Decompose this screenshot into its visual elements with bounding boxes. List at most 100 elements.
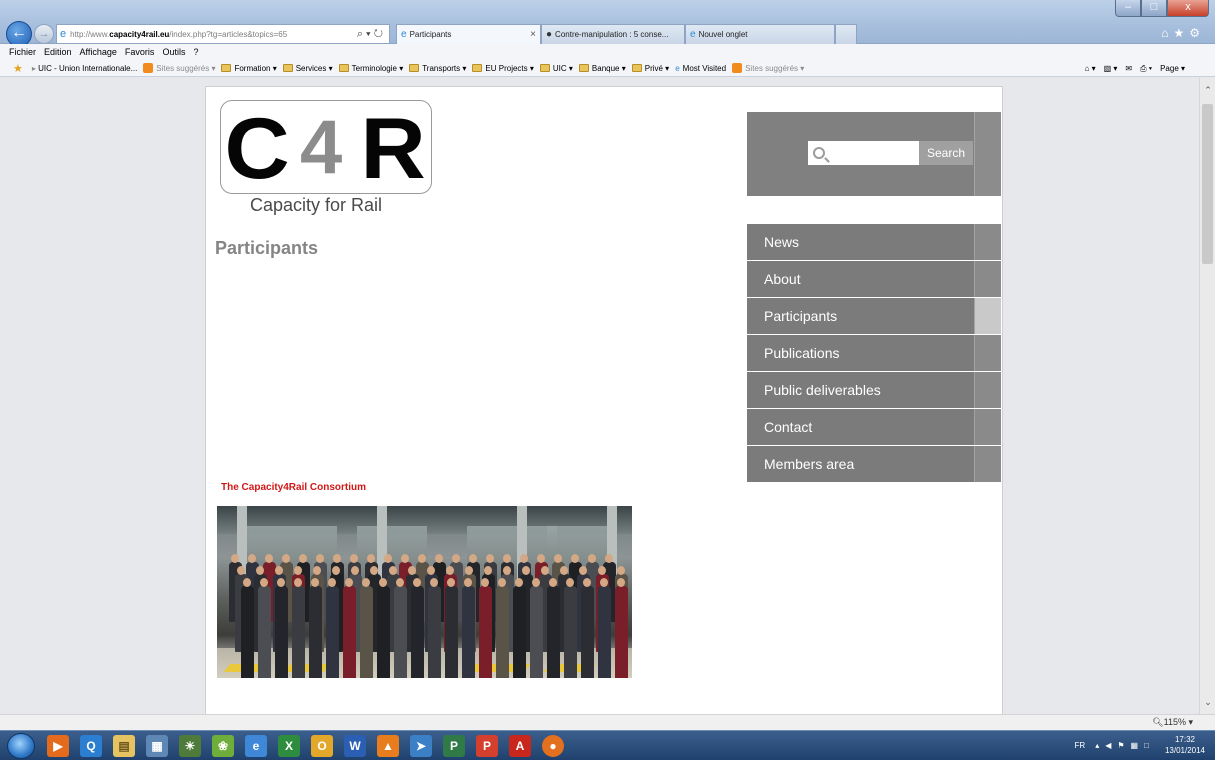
clock[interactable]: 17:32 13/01/2014 — [1165, 734, 1205, 756]
tab-participants[interactable]: e Participants × — [396, 24, 541, 44]
favorite-folder-eu-projects[interactable]: EU Projects ▾ — [472, 64, 534, 73]
photo-person-head — [427, 566, 435, 575]
paint-icon[interactable]: ☀ — [179, 735, 201, 757]
photo-person-head — [332, 566, 340, 575]
photo-person-head — [571, 554, 579, 563]
photo-person-head — [248, 554, 256, 563]
home-favorites-tools-icons[interactable]: ⌂★⚙ — [1161, 26, 1205, 40]
photo-person-head — [430, 578, 438, 587]
firefox-icon[interactable]: ● — [542, 735, 564, 757]
website-page: C 4 R Capacity for Rail Participants Sea… — [205, 86, 1003, 714]
search-panel-edge — [974, 112, 1001, 196]
scroll-down-icon[interactable]: ⌄ — [1200, 694, 1215, 710]
favorite-folder-banque[interactable]: Banque ▾ — [578, 64, 626, 73]
nav-contact[interactable]: Contact — [747, 409, 1001, 445]
nav-news[interactable]: News — [747, 224, 1001, 260]
nav-publications[interactable]: Publications — [747, 335, 1001, 371]
photo-person-head — [384, 554, 392, 563]
maximize-button[interactable]: □ — [1141, 0, 1167, 17]
search-field[interactable] — [808, 141, 919, 165]
print-menu-icon[interactable]: ⎙ ▾ — [1140, 64, 1152, 74]
favorite-folder-prive[interactable]: Privé ▾ — [631, 64, 669, 73]
nav-participants[interactable]: Participants — [747, 298, 1001, 334]
vertical-scrollbar[interactable]: ⌃ ⌄ — [1199, 78, 1215, 714]
menu-help[interactable]: ? — [193, 47, 198, 57]
page-menu[interactable]: Page ▾ — [1160, 64, 1185, 73]
photo-person — [411, 586, 424, 678]
vlc-icon[interactable]: ▲ — [377, 735, 399, 757]
network-app-icon[interactable]: ❀ — [212, 735, 234, 757]
tray-icons[interactable]: ▴◀⚑▦□ — [1095, 741, 1155, 750]
explorer-icon[interactable]: ▤ — [113, 735, 135, 757]
search-button[interactable]: Search — [919, 141, 973, 165]
home-menu-icon[interactable]: ⌂ ▾ — [1085, 64, 1096, 73]
favorite-sites-suggeres[interactable]: Sites suggérés ▾ — [143, 63, 215, 73]
favorite-uic[interactable]: ▸ UIC - Union Internationale... — [32, 64, 137, 73]
photo-person — [564, 586, 577, 678]
favorite-sites-suggeres-2[interactable]: Sites suggérés ▾ — [732, 63, 804, 73]
feeds-menu-icon[interactable]: ▧ ▾ — [1104, 64, 1118, 73]
nav-public-deliverables[interactable]: Public deliverables — [747, 372, 1001, 408]
nav-about[interactable]: About — [747, 261, 1001, 297]
media-player-icon[interactable]: ▶ — [47, 735, 69, 757]
photo-person-head — [549, 578, 557, 587]
photo-road-stripe — [283, 664, 331, 672]
photo-person-head — [446, 566, 454, 575]
scroll-up-icon[interactable]: ⌃ — [1200, 82, 1215, 98]
new-tab-button[interactable] — [835, 24, 857, 44]
globe-tab-icon: ● — [546, 29, 553, 40]
menu-outils[interactable]: Outils — [162, 47, 185, 57]
nav-members-area[interactable]: Members area — [747, 446, 1001, 482]
start-button[interactable] — [7, 733, 35, 759]
forward-button[interactable]: → — [34, 24, 54, 44]
tab-new[interactable]: e Nouvel onglet — [685, 24, 835, 44]
photo-person-head — [345, 578, 353, 587]
favorite-folder-uic[interactable]: UIC ▾ — [539, 64, 573, 73]
calculator-icon[interactable]: ▦ — [146, 735, 168, 757]
app-icon[interactable]: ➤ — [410, 735, 432, 757]
minimize-button[interactable]: – — [1115, 0, 1141, 17]
ie-tab-icon: e — [401, 29, 407, 40]
search-app-icon[interactable]: Q — [80, 735, 102, 757]
word-icon[interactable]: W — [344, 735, 366, 757]
zoom-level[interactable]: 🔍︎115% ▾ — [1152, 717, 1193, 728]
address-tools[interactable]: ⌕ ▾ ↻ — [357, 28, 383, 41]
photo-person — [479, 586, 492, 678]
internet-explorer-icon[interactable]: e — [245, 735, 267, 757]
photo-person-head — [447, 578, 455, 587]
menu-favoris[interactable]: Favoris — [125, 47, 155, 57]
menu-fichier[interactable]: Fichier — [9, 47, 36, 57]
address-bar[interactable]: e http://www. capacity4rail.eu /index.ph… — [56, 24, 390, 44]
photo-person-head — [294, 578, 302, 587]
photo-person-head — [486, 554, 494, 563]
c4r-logo[interactable]: C 4 R Capacity for Rail — [220, 100, 434, 220]
close-button[interactable]: x — [1167, 0, 1209, 17]
tab-contre-manipulation[interactable]: ● Contre-manipulation : 5 conse... — [541, 24, 685, 44]
favorite-folder-services[interactable]: Services ▾ — [282, 64, 333, 73]
favorite-folder-formation[interactable]: Formation ▾ — [221, 64, 277, 73]
tab-title: Nouvel onglet — [698, 30, 748, 39]
close-tab-icon[interactable]: × — [530, 29, 536, 40]
photo-person — [394, 586, 407, 678]
photo-person-head — [333, 554, 341, 563]
menu-affichage[interactable]: Affichage — [80, 47, 117, 57]
powerpoint-icon[interactable]: P — [476, 735, 498, 757]
search-input[interactable] — [829, 147, 909, 159]
favorite-folder-transports[interactable]: Transports ▾ — [409, 64, 466, 73]
ie-page-icon: e — [60, 28, 67, 40]
scroll-thumb[interactable] — [1202, 104, 1213, 264]
outlook-icon[interactable]: O — [311, 735, 333, 757]
menu-edition[interactable]: Edition — [44, 47, 72, 57]
mail-icon[interactable]: ✉ — [1125, 64, 1132, 73]
photo-person-head — [481, 578, 489, 587]
add-favorite-icon[interactable]: ★ — [13, 62, 26, 75]
favorite-folder-terminologie[interactable]: Terminologie ▾ — [338, 64, 403, 73]
tab-title: Participants — [409, 30, 452, 39]
excel-icon[interactable]: X — [278, 735, 300, 757]
favorite-most-visited[interactable]: e Most Visited — [675, 64, 726, 73]
clock-date: 13/01/2014 — [1164, 746, 1205, 755]
project-icon[interactable]: P — [443, 735, 465, 757]
search-panel: Search — [747, 112, 1001, 196]
acrobat-icon[interactable]: A — [509, 735, 531, 757]
language-indicator[interactable]: FR — [1075, 741, 1086, 750]
